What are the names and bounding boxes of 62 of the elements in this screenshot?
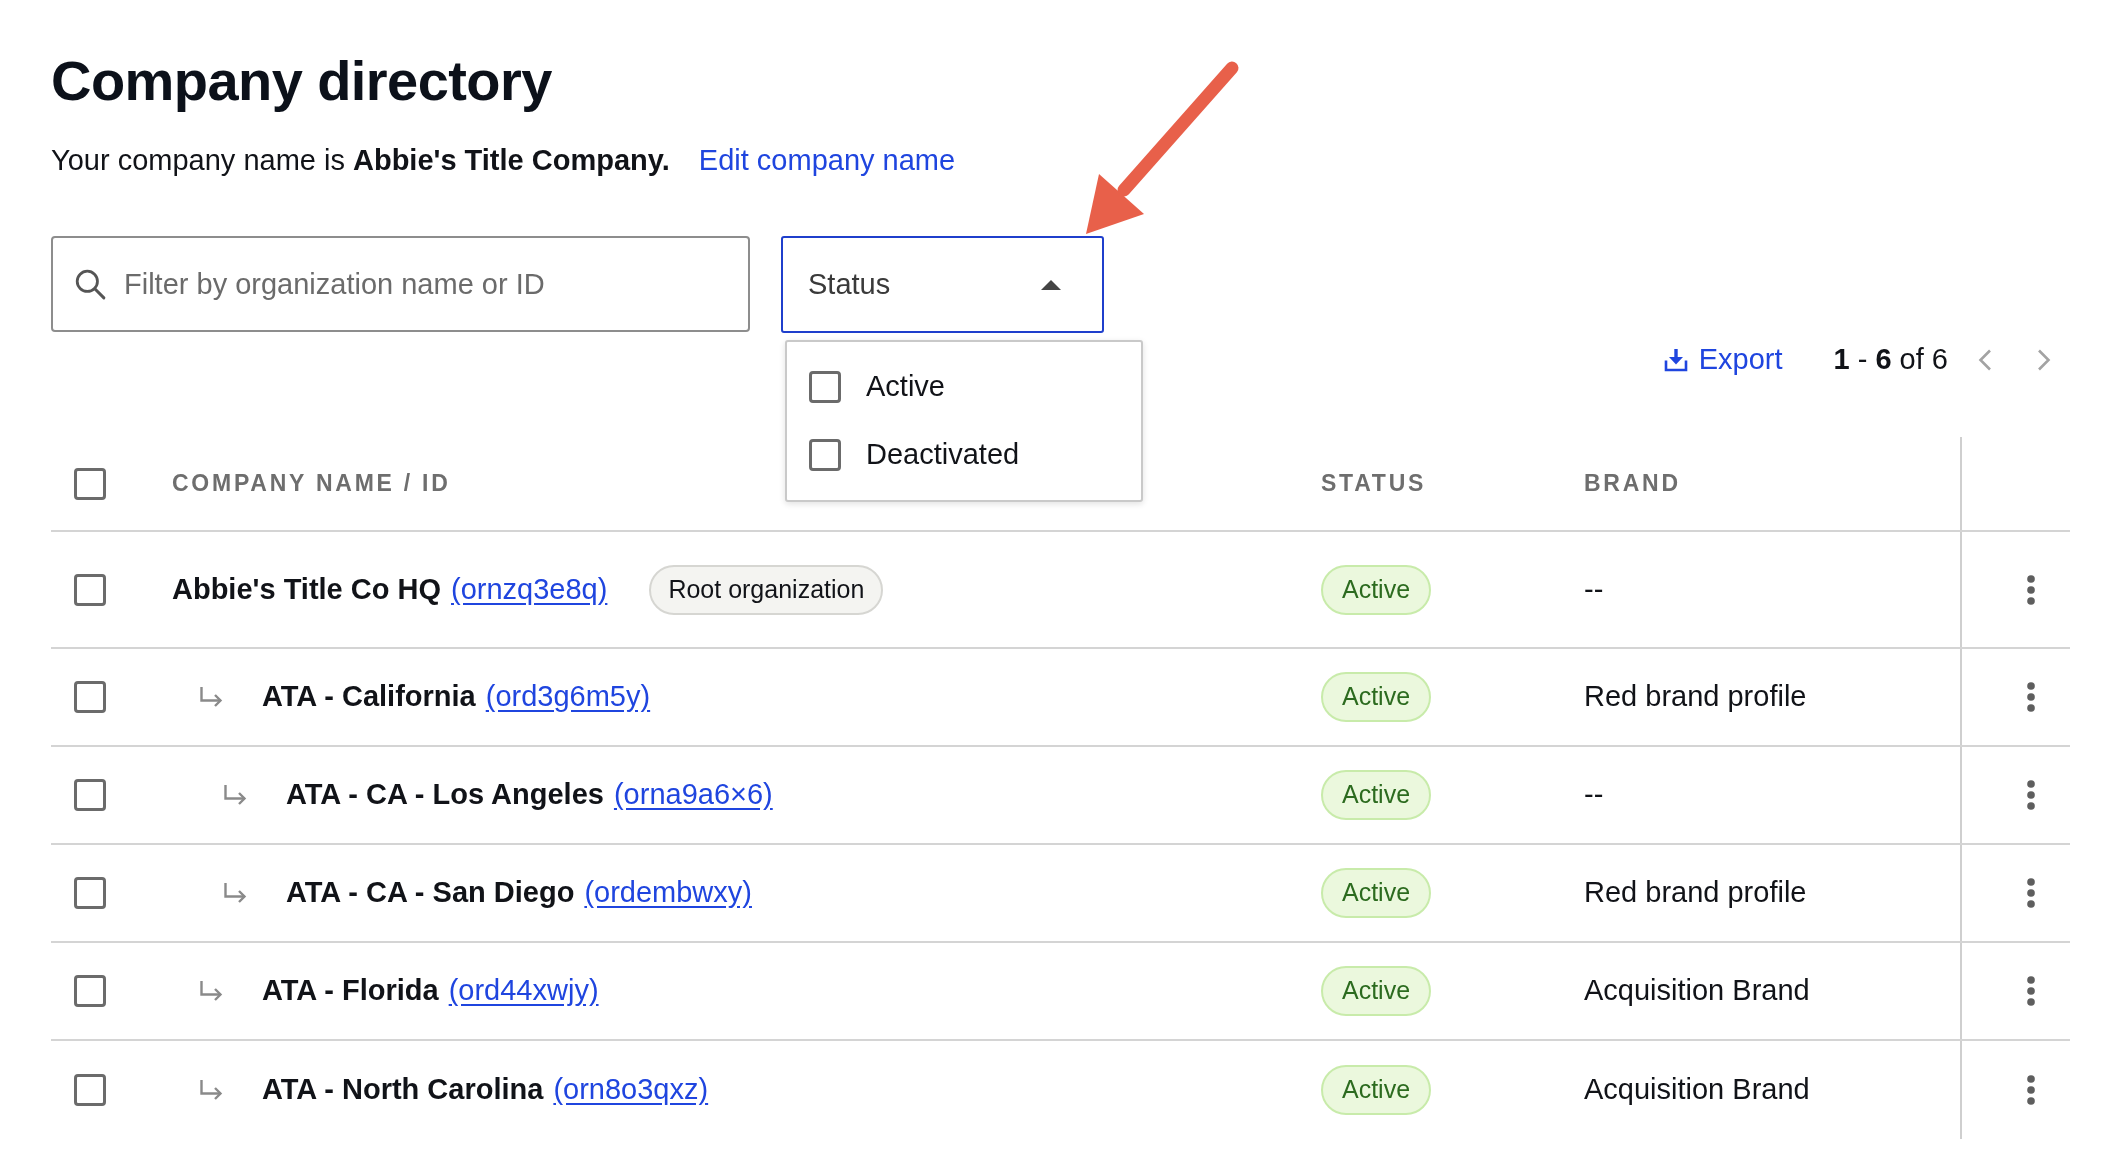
option-checkbox[interactable] [809,371,841,403]
status-option[interactable]: Active [787,353,1141,421]
vertical-dots-icon [2027,574,2035,605]
status-select[interactable]: Status [781,236,1104,333]
option-checkbox[interactable] [809,439,841,471]
subdirectory-arrow-icon [199,981,223,1001]
caret-icon [1041,279,1061,290]
brand-name: Acquisition Brand [1584,1072,1810,1108]
subdirectory-arrow-icon [223,785,247,805]
vertical-dots-icon [2027,780,2035,810]
subdirectory-arrow-icon [199,687,223,707]
brand-name: -- [1584,571,1604,607]
vertical-dots-icon [2027,976,2035,1006]
row-checkbox[interactable] [74,975,106,1007]
status-tag: Active [1321,672,1432,722]
subdirectory-arrow-icon [199,1080,223,1100]
organization-id-link[interactable]: (orna9a6×6) [613,773,773,817]
subdirectory-arrow-icon [223,883,247,903]
status-tag: Active [1321,1065,1432,1115]
vertical-dots-icon [2027,682,2035,712]
row-checkbox[interactable] [74,877,106,909]
row-checkbox[interactable] [74,681,106,713]
organization-id-link[interactable]: (ordembwxy) [584,871,752,915]
row-checkbox[interactable] [74,779,106,811]
organization-name: ATA - North Carolina [262,1072,544,1108]
row-checkbox[interactable] [74,573,106,606]
brand-name: Red brand profile [1584,679,1807,715]
organization-name: ATA - CA - Los Angeles [286,777,604,813]
search-icon [74,268,106,300]
row-checkbox[interactable] [74,1074,106,1106]
organization-id-link[interactable]: (orn8o3qxz) [553,1068,709,1112]
select-all-checkbox[interactable] [74,467,106,500]
brand-name: -- [1584,777,1604,813]
vertical-dots-icon [2027,878,2035,908]
column-header: BRAND [1584,469,1681,499]
chevron-left-icon [1978,349,1992,371]
organization-id-link[interactable]: (ornzq3e8q) [451,567,608,612]
status-tag: Active [1321,770,1432,820]
status-tag: Active [1321,868,1432,918]
organization-name: ATA - California [262,679,476,715]
organization-name: ATA - Florida [262,973,439,1009]
pagination-range: 1 - 6 of 6 [1833,342,1948,378]
status-option[interactable]: Deactivated [787,421,1141,489]
vertical-dots-icon [2027,1075,2035,1105]
organization-id-link[interactable]: (ord3g6m5y) [485,675,651,719]
chevron-right-icon [2037,349,2051,371]
organization-tag: Root organization [649,564,884,615]
organization-name: ATA - CA - San Diego [286,875,575,911]
brand-name: Red brand profile [1584,875,1807,911]
status-tag: Active [1321,564,1432,615]
search-field[interactable]: Filter by organization name or ID [51,236,750,332]
edit-company-name-link[interactable]: Edit company name [698,140,956,180]
column-header: STATUS [1321,469,1427,499]
export-button[interactable]: Export [1663,338,1783,382]
brand-name: Acquisition Brand [1584,973,1810,1009]
organization-name: Abbie's Title Co HQ [172,571,441,607]
status-tag: Active [1321,966,1432,1016]
column-header: COMPANY NAME / ID [172,469,451,499]
company-name-text: Your company name is Abbie's Title Company. [51,143,670,178]
organization-id-link[interactable]: (ord44xwjy) [448,969,599,1013]
download-icon [1663,348,1688,372]
page-title: Company directory [51,49,552,113]
